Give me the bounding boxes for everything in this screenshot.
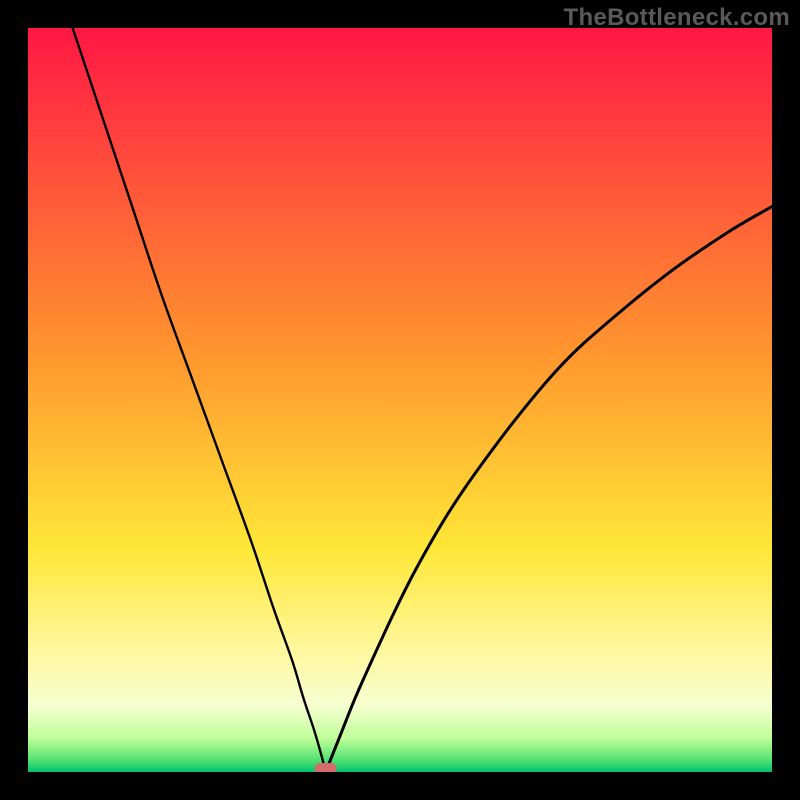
plot-area (28, 28, 772, 772)
chart-svg (28, 28, 772, 772)
chart-frame: TheBottleneck.com (0, 0, 800, 800)
gradient-background (28, 28, 772, 772)
watermark-text: TheBottleneck.com (564, 4, 790, 32)
minimum-marker-icon (315, 763, 337, 772)
